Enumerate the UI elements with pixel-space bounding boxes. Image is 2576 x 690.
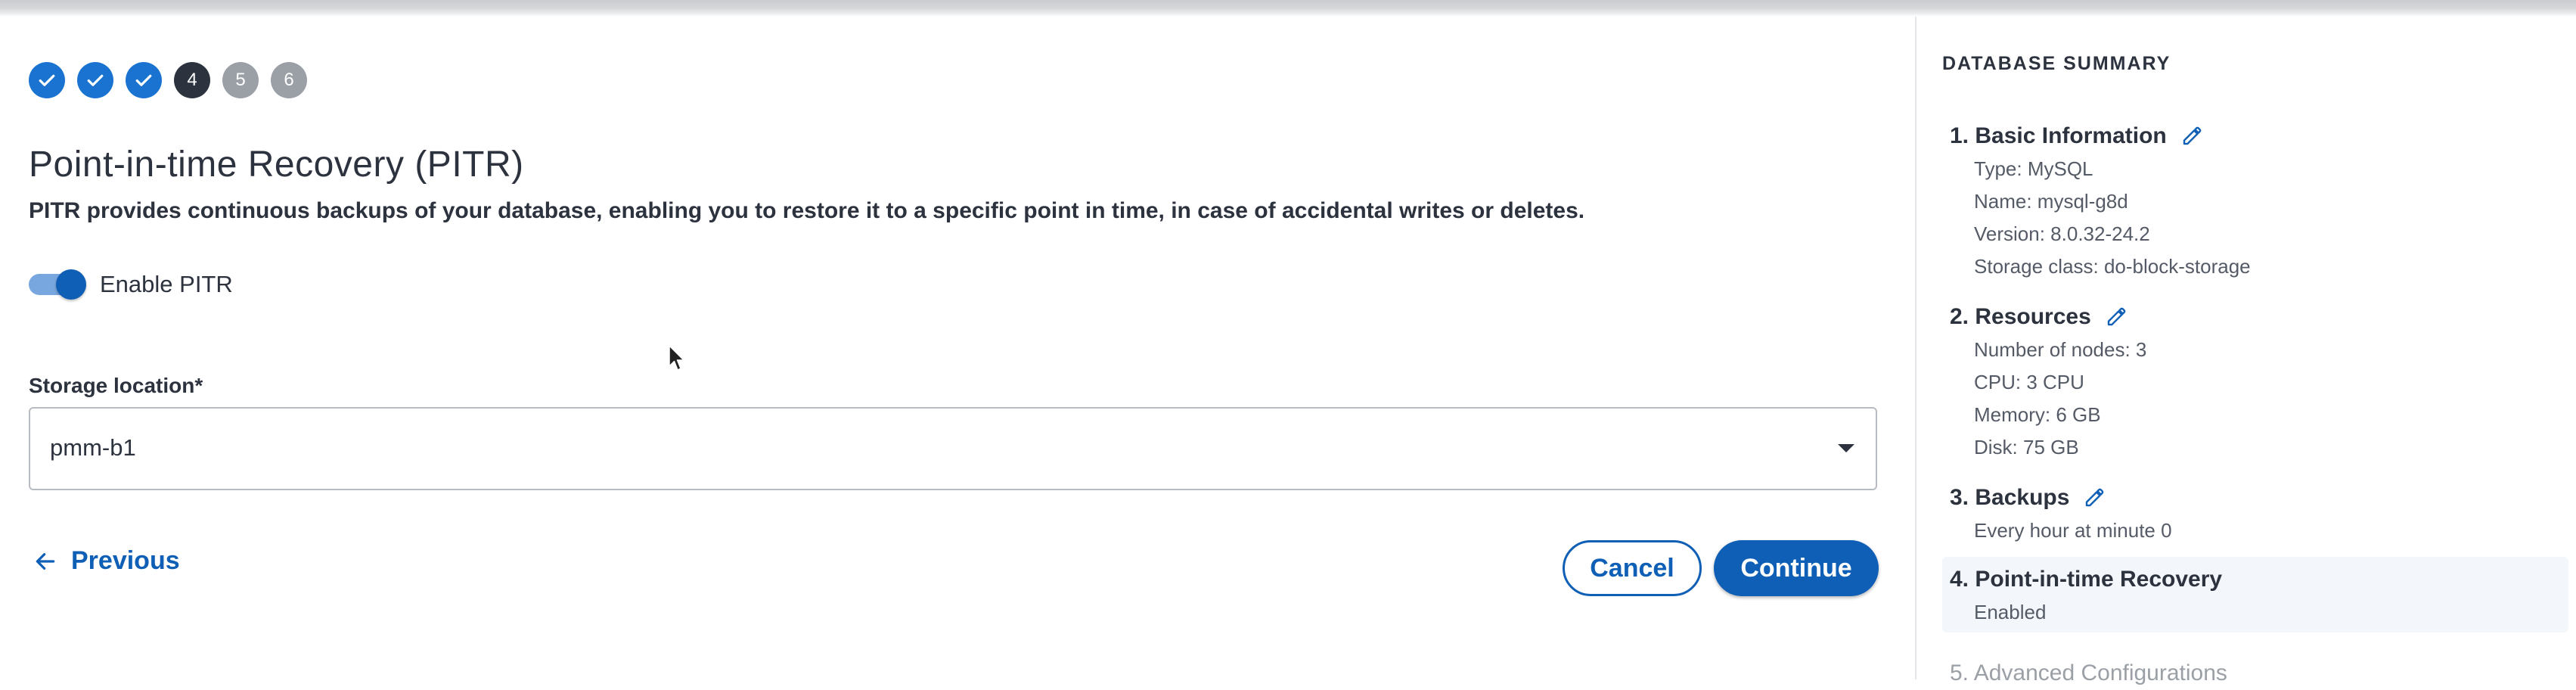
toggle-label: Enable PITR: [100, 271, 233, 297]
section-heading: 5. Advanced Configurations: [1942, 657, 2568, 690]
continue-label: Continue: [1740, 553, 1852, 583]
stepper: 4 5 6: [29, 62, 307, 98]
summary-row: Disk: 75 GB: [1974, 436, 2079, 458]
step-number: 5: [235, 70, 246, 90]
summary-row: Version: 8.0.32-24.2: [1974, 222, 2150, 245]
section-heading: 2. Resources: [1942, 300, 2568, 334]
continue-button[interactable]: Continue: [1714, 540, 1879, 596]
summary-row: CPU: 3 CPU: [1974, 371, 2084, 393]
step-number: 6: [284, 70, 294, 90]
cancel-button[interactable]: Cancel: [1563, 540, 1702, 596]
section-heading: 3. Backups: [1942, 481, 2568, 514]
step-6: 6: [271, 62, 307, 98]
summary-row: Type: MySQL: [1974, 157, 2093, 180]
summary-section-resources: 2. Resources Number of nodes: 3 CPU: 3 C…: [1942, 300, 2568, 464]
section-title: 3. Backups: [1950, 485, 2070, 510]
section-title: 5. Advanced Configurations: [1950, 660, 2227, 685]
step-number: 4: [187, 70, 197, 90]
storage-location-label: Storage location*: [29, 374, 203, 397]
cancel-label: Cancel: [1590, 553, 1674, 583]
summary-row: Storage class: do-block-storage: [1974, 255, 2251, 278]
pitr-toggle[interactable]: [29, 266, 86, 303]
check-icon: [39, 74, 55, 86]
previous-label: Previous: [71, 546, 180, 575]
main-content: 4 5 6 Point-in-time Recovery (PITR) PITR…: [0, 17, 1915, 679]
step-1: [29, 62, 65, 98]
select-value: pmm-b1: [50, 434, 136, 461]
summary-section-pitr: 4. Point-in-time Recovery Enabled: [1942, 557, 2568, 632]
database-summary-panel: DATABASE SUMMARY 1. Basic Information Ty…: [1915, 17, 2576, 685]
summary-title: DATABASE SUMMARY: [1942, 53, 2171, 74]
pencil-icon[interactable]: [2083, 486, 2106, 509]
summary-row: Number of nodes: 3: [1974, 338, 2147, 361]
pencil-icon[interactable]: [2180, 125, 2203, 148]
summary-row: Enabled: [1974, 601, 2047, 623]
caret-down-icon: [1838, 444, 1854, 452]
summary-section-backups: 3. Backups Every hour at minute 0: [1942, 481, 2568, 547]
summary-row: Memory: 6 GB: [1974, 403, 2101, 426]
summary-section-advanced: 5. Advanced Configurations: [1942, 657, 2568, 690]
summary-row: Name: mysql-g8d: [1974, 190, 2128, 213]
section-title: 1. Basic Information: [1950, 123, 2167, 148]
summary-row: Every hour at minute 0: [1974, 519, 2172, 542]
check-icon: [135, 74, 152, 86]
step-3: [126, 62, 162, 98]
page-title: Point-in-time Recovery (PITR): [29, 145, 524, 185]
storage-location-select[interactable]: pmm-b1: [29, 407, 1877, 490]
section-heading: 1. Basic Information: [1942, 120, 2568, 153]
step-5: 5: [222, 62, 259, 98]
top-shadow: [0, 0, 2576, 17]
summary-section-basic-info: 1. Basic Information Type: MySQL Name: m…: [1942, 120, 2568, 283]
toggle-thumb: [56, 269, 86, 300]
previous-button[interactable]: Previous: [33, 546, 180, 576]
arrow-left-icon: [36, 552, 55, 570]
section-heading: 4. Point-in-time Recovery: [1942, 563, 2568, 596]
section-title: 2. Resources: [1950, 304, 2091, 329]
pencil-icon[interactable]: [2105, 306, 2128, 328]
mouse-pointer-icon: [669, 345, 684, 371]
step-4: 4: [174, 62, 210, 98]
step-2: [77, 62, 113, 98]
check-icon: [87, 74, 104, 86]
section-title: 4. Point-in-time Recovery: [1950, 567, 2223, 592]
page-description: PITR provides continuous backups of your…: [29, 198, 1585, 223]
